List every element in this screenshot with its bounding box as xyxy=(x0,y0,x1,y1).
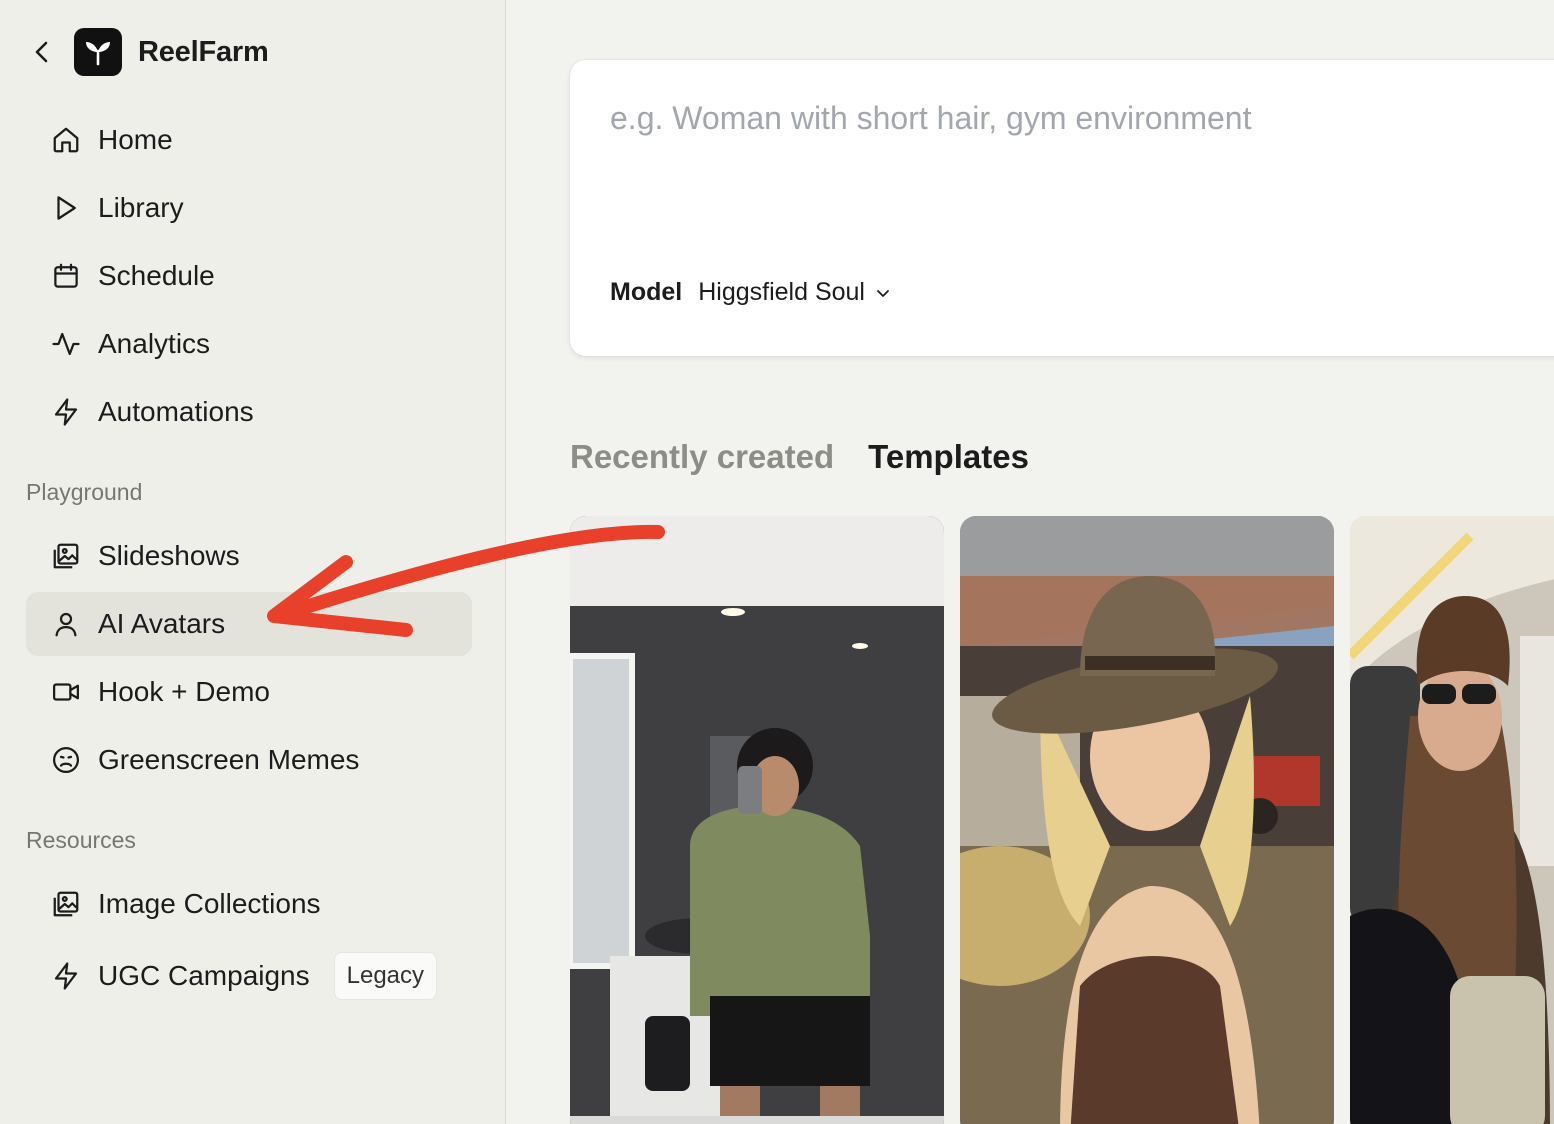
model-value: Higgsfield Soul xyxy=(698,278,865,306)
brand-header: ReelFarm xyxy=(28,28,269,76)
sidebar-item-label: Greenscreen Memes xyxy=(98,744,360,775)
back-button[interactable] xyxy=(28,38,56,66)
template-photo-cowgirl-selfie xyxy=(960,516,1334,1124)
image-stack-icon xyxy=(50,540,82,572)
template-card[interactable] xyxy=(570,516,944,1124)
sidebar-item-label: Hook + Demo xyxy=(98,676,270,707)
tab-templates[interactable]: Templates xyxy=(868,438,1029,476)
sidebar-item-schedule[interactable]: Schedule xyxy=(26,244,472,308)
model-label: Model xyxy=(610,278,683,306)
section-label-resources: Resources xyxy=(26,827,136,853)
section-label-playground: Playground xyxy=(26,479,143,505)
sidebar-item-automations[interactable]: Automations xyxy=(26,380,472,444)
sprout-icon xyxy=(86,42,110,66)
sidebar-item-label: Home xyxy=(98,124,173,155)
sidebar-item-label: Automations xyxy=(98,396,254,427)
sidebar-item-image-collections[interactable]: Image Collections xyxy=(26,872,472,936)
sidebar-item-greenscreen-memes[interactable]: Greenscreen Memes xyxy=(26,728,472,792)
avatar-prompt-input[interactable] xyxy=(610,100,1530,240)
logo xyxy=(74,28,122,76)
frown-face-icon xyxy=(50,744,82,776)
template-card[interactable] xyxy=(960,516,1334,1124)
sidebar-item-hook-demo[interactable]: Hook + Demo xyxy=(26,660,472,724)
sidebar-item-library[interactable]: Library xyxy=(26,176,472,240)
sidebar-item-label: Slideshows xyxy=(98,540,240,571)
sidebar-item-label: Schedule xyxy=(98,260,215,291)
sidebar-item-ugc-campaigns[interactable]: UGC Campaigns Legacy xyxy=(26,944,472,1008)
template-card[interactable] xyxy=(1350,516,1554,1124)
sidebar-item-analytics[interactable]: Analytics xyxy=(26,312,472,376)
calendar-icon xyxy=(50,260,82,292)
tab-recently-created[interactable]: Recently created xyxy=(570,438,834,476)
lightning-icon xyxy=(50,396,82,428)
sidebar-item-home[interactable]: Home xyxy=(26,108,472,172)
lightning-icon xyxy=(50,960,82,992)
model-dropdown[interactable]: Higgsfield Soul xyxy=(698,278,891,307)
gallery-tabs: Recently created Templates xyxy=(570,438,1029,476)
image-stack-icon xyxy=(50,888,82,920)
play-icon xyxy=(50,192,82,224)
sidebar-item-label: Analytics xyxy=(98,328,211,359)
sidebar-item-label: AI Avatars xyxy=(98,608,226,639)
sidebar-item-label: Image Collections xyxy=(98,888,321,919)
sidebar-item-label: UGC Campaigns xyxy=(98,960,310,991)
home-icon xyxy=(50,124,82,156)
video-camera-icon xyxy=(50,676,82,708)
chevron-left-icon xyxy=(35,41,48,63)
activity-icon xyxy=(50,328,82,360)
user-icon xyxy=(50,608,82,640)
prompt-card: Model Higgsfield Soul xyxy=(570,60,1554,356)
legacy-badge: Legacy xyxy=(333,952,438,1000)
model-row: Model Higgsfield Soul xyxy=(610,278,891,307)
chevron-down-icon xyxy=(877,289,889,297)
sidebar: ReelFarm Home Library Schedule Analytics… xyxy=(0,0,506,1124)
app-name: ReelFarm xyxy=(138,35,269,68)
sidebar-item-label: Library xyxy=(98,192,184,223)
template-photo-car-selfie xyxy=(1350,516,1554,1124)
template-photo-bathroom-selfie xyxy=(570,516,944,1124)
sidebar-item-slideshows[interactable]: Slideshows xyxy=(26,524,472,588)
sidebar-item-ai-avatars[interactable]: AI Avatars xyxy=(26,592,472,656)
